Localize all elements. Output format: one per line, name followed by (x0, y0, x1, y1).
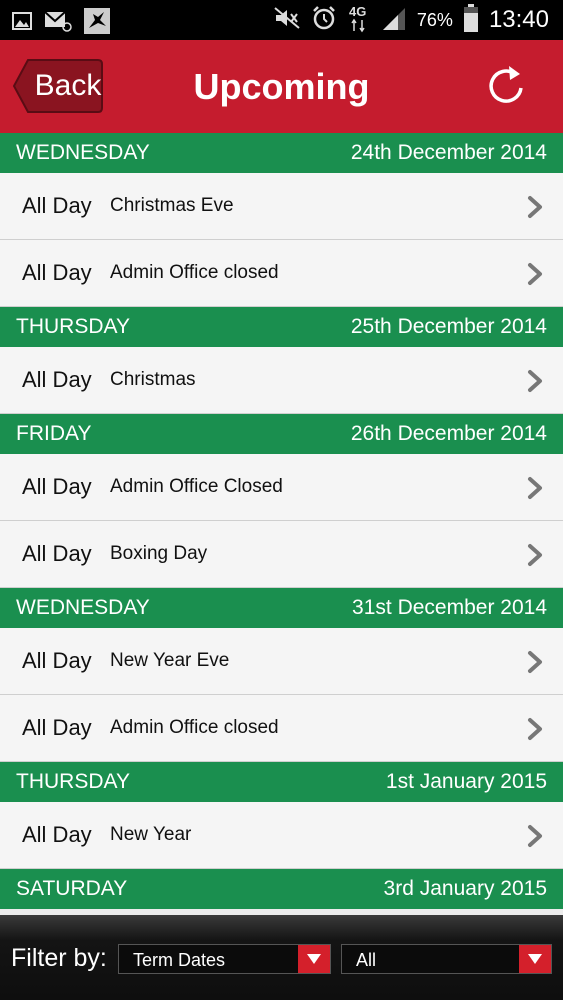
chevron-right-icon (527, 717, 543, 741)
event-row[interactable]: All Day Admin Office closed (0, 695, 563, 762)
day-weekday: THURSDAY (16, 770, 130, 793)
event-row[interactable]: All Day Christmas Eve (0, 173, 563, 240)
back-button[interactable]: Back (12, 58, 104, 114)
event-title: Admin Office closed (110, 717, 279, 738)
events-list[interactable]: WEDNESDAY 24th December 2014 All Day Christ… (0, 133, 563, 915)
event-time: All Day (22, 474, 92, 499)
filter-value-value: All (356, 950, 377, 970)
app-notification-icon (84, 8, 110, 39)
day-date: 24th December 2014 (350, 141, 547, 164)
chevron-right-icon (527, 543, 543, 567)
back-button-label: Back (34, 69, 102, 102)
email-notification-icon (44, 10, 72, 37)
event-time: All Day (22, 367, 92, 392)
event-row[interactable]: All Day New Year (0, 802, 563, 869)
day-weekday: FRIDAY (16, 422, 92, 445)
status-bar: 4G 76% 13:40 (0, 0, 563, 40)
event-time: All Day (22, 715, 92, 740)
day-weekday: THURSDAY (16, 315, 130, 338)
filter-type-select[interactable]: Term Dates (118, 944, 331, 974)
event-title: Christmas (110, 369, 196, 390)
network-type-icon: 4G (347, 3, 371, 38)
day-date: 3rd January 2015 (383, 877, 547, 900)
chevron-right-icon (527, 195, 543, 219)
event-time: All Day (22, 260, 92, 285)
event-row[interactable]: All Day New Year Eve (0, 628, 563, 695)
event-row[interactable]: All Day Admin Office Closed (0, 454, 563, 521)
event-title: Admin Office Closed (110, 476, 283, 497)
day-date: 25th December 2014 (350, 315, 547, 338)
refresh-icon[interactable] (485, 64, 527, 108)
event-time: All Day (22, 822, 92, 847)
event-time: All Day (22, 541, 92, 566)
day-weekday: WEDNESDAY (16, 596, 150, 619)
day-header: WEDNESDAY 24th December 2014 (0, 133, 563, 173)
day-weekday: SATURDAY (16, 877, 128, 900)
event-row[interactable]: All Day Christmas (0, 347, 563, 414)
event-row[interactable]: All Day Boxing Day (0, 521, 563, 588)
signal-icon (381, 6, 407, 35)
alarm-icon (311, 5, 337, 36)
filter-type-value: Term Dates (133, 950, 226, 970)
mute-icon (273, 6, 301, 35)
battery-percent: 76% (416, 9, 453, 30)
event-title: Admin Office closed (110, 262, 279, 283)
chevron-right-icon (527, 824, 543, 848)
chevron-right-icon (527, 476, 543, 500)
event-title: New Year Eve (110, 650, 230, 671)
day-date: 31st December 2014 (352, 596, 547, 619)
event-time: All Day (22, 648, 92, 673)
chevron-right-icon (527, 650, 543, 674)
event-time: All Day (22, 193, 92, 218)
day-header: SATURDAY 3rd January 2015 (0, 869, 563, 909)
event-title: Christmas Eve (110, 195, 234, 216)
event-row[interactable]: All Day Admin Office closed (0, 240, 563, 307)
chevron-right-icon (527, 369, 543, 393)
network-type-label: 4G (349, 4, 366, 19)
day-header: WEDNESDAY 31st December 2014 (0, 588, 563, 628)
filter-value-select[interactable]: All (341, 944, 552, 974)
event-title: Boxing Day (110, 543, 208, 564)
app-header: Upcoming Back (0, 40, 563, 133)
battery-icon (463, 3, 479, 37)
dropdown-arrow-icon[interactable] (519, 945, 551, 973)
day-header: THURSDAY 25th December 2014 (0, 307, 563, 347)
gallery-notification-icon (12, 11, 32, 36)
chevron-right-icon (527, 262, 543, 286)
clock: 13:40 (488, 6, 549, 33)
filter-label: Filter by: (11, 944, 107, 972)
day-weekday: WEDNESDAY (16, 141, 150, 164)
day-date: 26th December 2014 (350, 422, 547, 445)
day-header: THURSDAY 1st January 2015 (0, 762, 563, 802)
day-header: FRIDAY 26th December 2014 (0, 414, 563, 454)
event-title: New Year (110, 824, 192, 845)
day-date: 1st January 2015 (385, 770, 547, 793)
filter-bar: Filter by: Term Dates All (0, 915, 563, 1000)
dropdown-arrow-icon[interactable] (298, 945, 330, 973)
